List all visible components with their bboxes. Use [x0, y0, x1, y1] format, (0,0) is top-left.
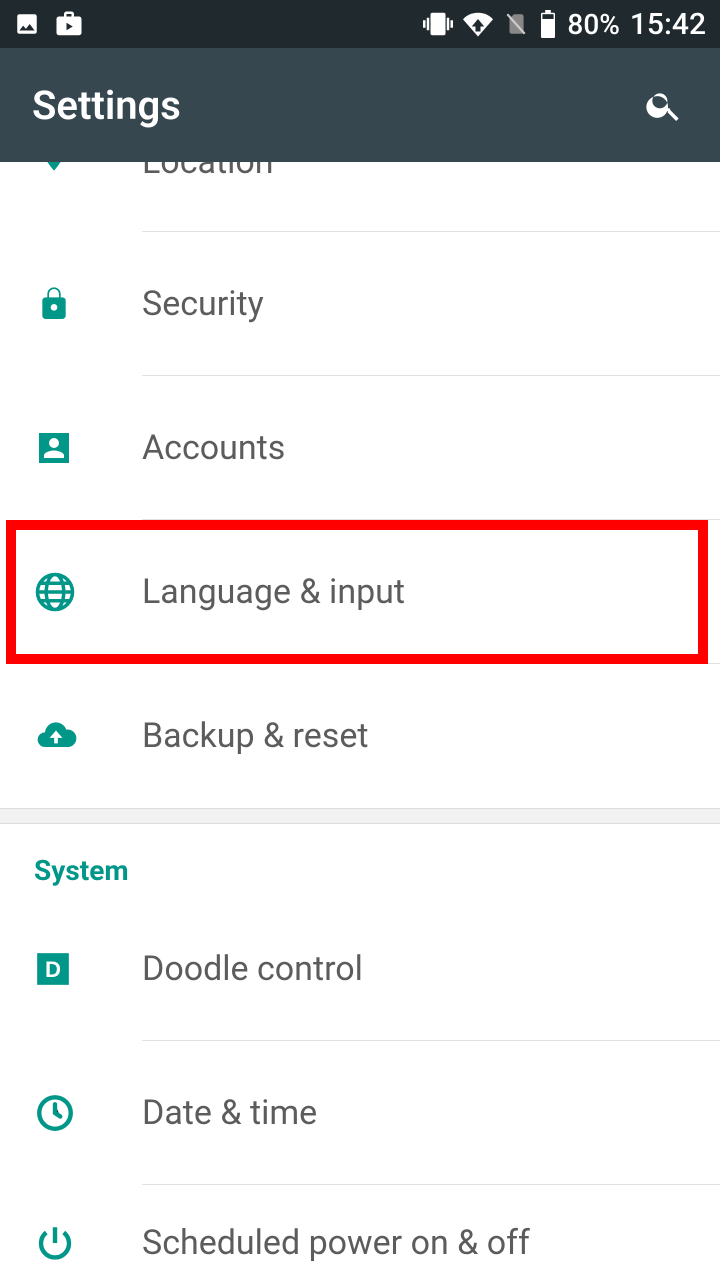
vibrate-icon: [423, 9, 453, 39]
battery-icon: [539, 10, 557, 38]
settings-item-label: Language & input: [142, 572, 405, 612]
settings-item-label: Accounts: [142, 428, 285, 468]
settings-item-datetime[interactable]: Date & time: [0, 1041, 720, 1185]
settings-item-label: Backup & reset: [142, 716, 369, 756]
divider: [142, 1184, 720, 1185]
settings-item-doodle[interactable]: D Doodle control: [0, 897, 720, 1041]
settings-item-scheduled-power[interactable]: Scheduled power on & off: [0, 1185, 720, 1265]
search-button[interactable]: [640, 81, 688, 129]
section-gap: [0, 808, 720, 824]
doodle-icon: D: [34, 950, 72, 988]
settings-item-location[interactable]: Location: [0, 162, 720, 232]
power-icon: [34, 1223, 76, 1263]
search-icon: [644, 85, 684, 125]
lock-icon: [34, 284, 74, 324]
settings-item-label: Security: [142, 284, 264, 324]
image-icon: [14, 11, 40, 37]
settings-list: Location Security Accounts Language & in…: [0, 162, 720, 1280]
status-right: 80% 15:42: [423, 7, 706, 42]
battery-percentage: 80%: [567, 8, 619, 41]
no-sim-icon: [503, 11, 529, 37]
settings-item-accounts[interactable]: Accounts: [0, 376, 720, 520]
settings-item-backup[interactable]: Backup & reset: [0, 664, 720, 808]
wifi-icon: [463, 9, 493, 39]
settings-item-language[interactable]: Language & input: [0, 520, 720, 664]
app-bar: Settings: [0, 48, 720, 162]
status-bar: 80% 15:42: [0, 0, 720, 48]
settings-item-security[interactable]: Security: [0, 232, 720, 376]
clock-icon: [34, 1092, 76, 1134]
globe-icon: [34, 571, 76, 613]
account-icon: [34, 428, 74, 468]
cloud-upload-icon: [34, 714, 78, 758]
clock: 15:42: [630, 7, 706, 42]
section-header-system: System: [0, 824, 720, 897]
location-icon: [34, 162, 74, 174]
status-left: [14, 9, 84, 39]
settings-item-label: Doodle control: [142, 949, 363, 989]
play-store-icon: [54, 9, 84, 39]
settings-item-label: Location: [142, 162, 274, 182]
settings-item-label: Date & time: [142, 1093, 317, 1133]
svg-text:D: D: [45, 957, 61, 982]
settings-item-label: Scheduled power on & off: [142, 1223, 530, 1263]
page-title: Settings: [32, 82, 640, 129]
